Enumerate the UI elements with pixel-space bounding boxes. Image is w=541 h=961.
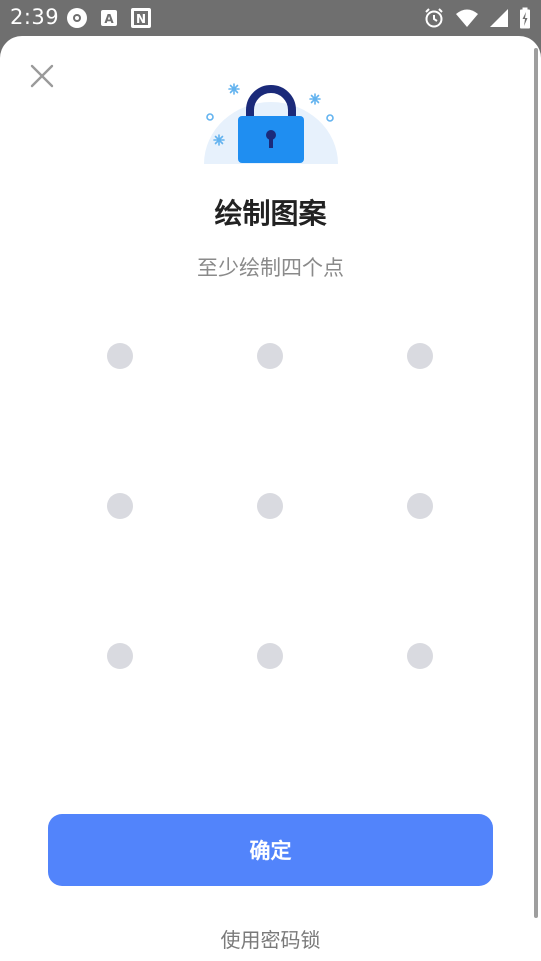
pattern-dot-6[interactable] (407, 493, 433, 519)
wifi-icon (455, 8, 479, 32)
app-a-icon: A (100, 9, 118, 31)
close-icon (29, 63, 55, 93)
close-button[interactable] (24, 60, 60, 96)
pattern-grid[interactable] (45, 281, 495, 731)
pattern-dot-1[interactable] (107, 343, 133, 369)
status-bar: 2:39 A N (0, 0, 541, 36)
alarm-icon (423, 7, 445, 33)
settings-badge-icon (66, 7, 88, 33)
pattern-dot-2[interactable] (257, 343, 283, 369)
padlock-illustration-icon (200, 80, 342, 166)
status-time: 2:39 (10, 5, 60, 29)
pattern-lock-sheet: 绘制图案 至少绘制四个点 确定 使用密码锁 (0, 36, 541, 961)
use-password-lock-link[interactable]: 使用密码锁 (0, 924, 541, 953)
pattern-dot-9[interactable] (407, 643, 433, 669)
use-password-lock-label: 使用密码锁 (220, 928, 321, 952)
signal-icon (489, 8, 509, 32)
status-right-icons (423, 7, 531, 33)
page-subtitle: 至少绘制四个点 (197, 256, 344, 280)
pattern-dot-8[interactable] (257, 643, 283, 669)
pattern-dot-3[interactable] (407, 343, 433, 369)
status-left-icons: A N (66, 7, 152, 33)
battery-icon (519, 7, 531, 33)
page-title: 绘制图案 (214, 197, 327, 230)
notion-n-icon: N (130, 7, 152, 33)
scrollbar[interactable] (534, 48, 538, 918)
pattern-dot-4[interactable] (107, 493, 133, 519)
confirm-button[interactable]: 确定 (48, 814, 493, 886)
pattern-dot-7[interactable] (107, 643, 133, 669)
svg-text:N: N (136, 12, 146, 26)
svg-text:A: A (104, 12, 114, 26)
pattern-dot-5[interactable] (257, 493, 283, 519)
confirm-button-label: 确定 (249, 839, 292, 863)
